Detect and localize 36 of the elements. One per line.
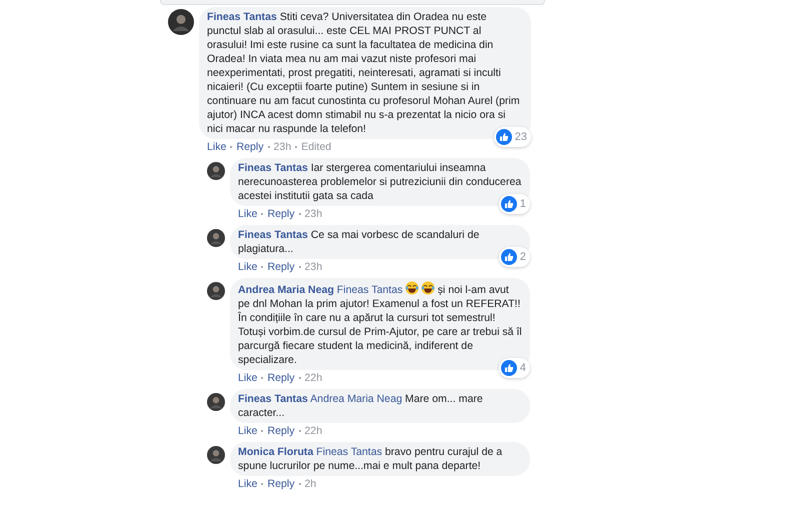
laughing-emoji-icon — [420, 281, 435, 295]
comment-text: Monica Floruta Fineas Tantas bravo pentru curajul de a spune lucrurilor pe nume...mai e mult pana departe! — [238, 445, 504, 473]
avatar-icon[interactable] — [207, 282, 225, 300]
thumbs-up-icon — [500, 249, 517, 265]
author-link[interactable]: Fineas Tantas — [238, 229, 308, 241]
reply-link[interactable]: Reply — [267, 425, 295, 437]
comment-text: Fineas Tantas Ce sa mai vorbesc de scandaluri de plagiatura... — [238, 228, 480, 256]
like-link[interactable]: Like — [238, 208, 258, 220]
author-link[interactable]: Fineas Tantas — [207, 11, 277, 23]
like-link[interactable]: Like — [238, 372, 258, 384]
reply-link[interactable]: Reply — [267, 208, 295, 220]
author-link[interactable]: Andrea Maria Neag — [238, 284, 334, 296]
laughing-emoji-icon — [404, 281, 419, 295]
author-link[interactable]: Monica Floruta — [238, 446, 314, 458]
mention-link[interactable]: Fineas Tantas — [316, 446, 382, 458]
reply-link[interactable]: Reply — [236, 141, 264, 153]
mention-link[interactable]: Andrea Maria Neag — [310, 393, 402, 405]
thumbs-up-icon — [500, 360, 517, 376]
author-link[interactable]: Fineas Tantas — [238, 162, 308, 174]
reply-link[interactable]: Reply — [267, 478, 295, 490]
avatar-icon[interactable] — [207, 393, 225, 411]
like-link[interactable]: Like — [238, 425, 258, 437]
avatar-icon[interactable] — [207, 229, 225, 247]
like-link[interactable]: Like — [207, 141, 226, 153]
like-link[interactable]: Like — [238, 478, 258, 490]
like-link[interactable]: Like — [238, 261, 258, 273]
avatar-icon[interactable] — [207, 162, 225, 180]
avatar-icon[interactable] — [168, 9, 194, 35]
thumbs-up-icon — [500, 196, 517, 212]
reply-link[interactable]: Reply — [267, 372, 295, 384]
thumbs-up-icon — [496, 129, 512, 145]
comment-text: Fineas Tantas Andrea Maria Neag Mare om... mare caracter... — [238, 392, 484, 420]
mention-link[interactable]: Fineas Tantas — [336, 284, 403, 296]
avatar-icon[interactable] — [207, 446, 225, 464]
author-link[interactable]: Fineas Tantas — [238, 393, 308, 405]
reply-link[interactable]: Reply — [267, 261, 295, 273]
